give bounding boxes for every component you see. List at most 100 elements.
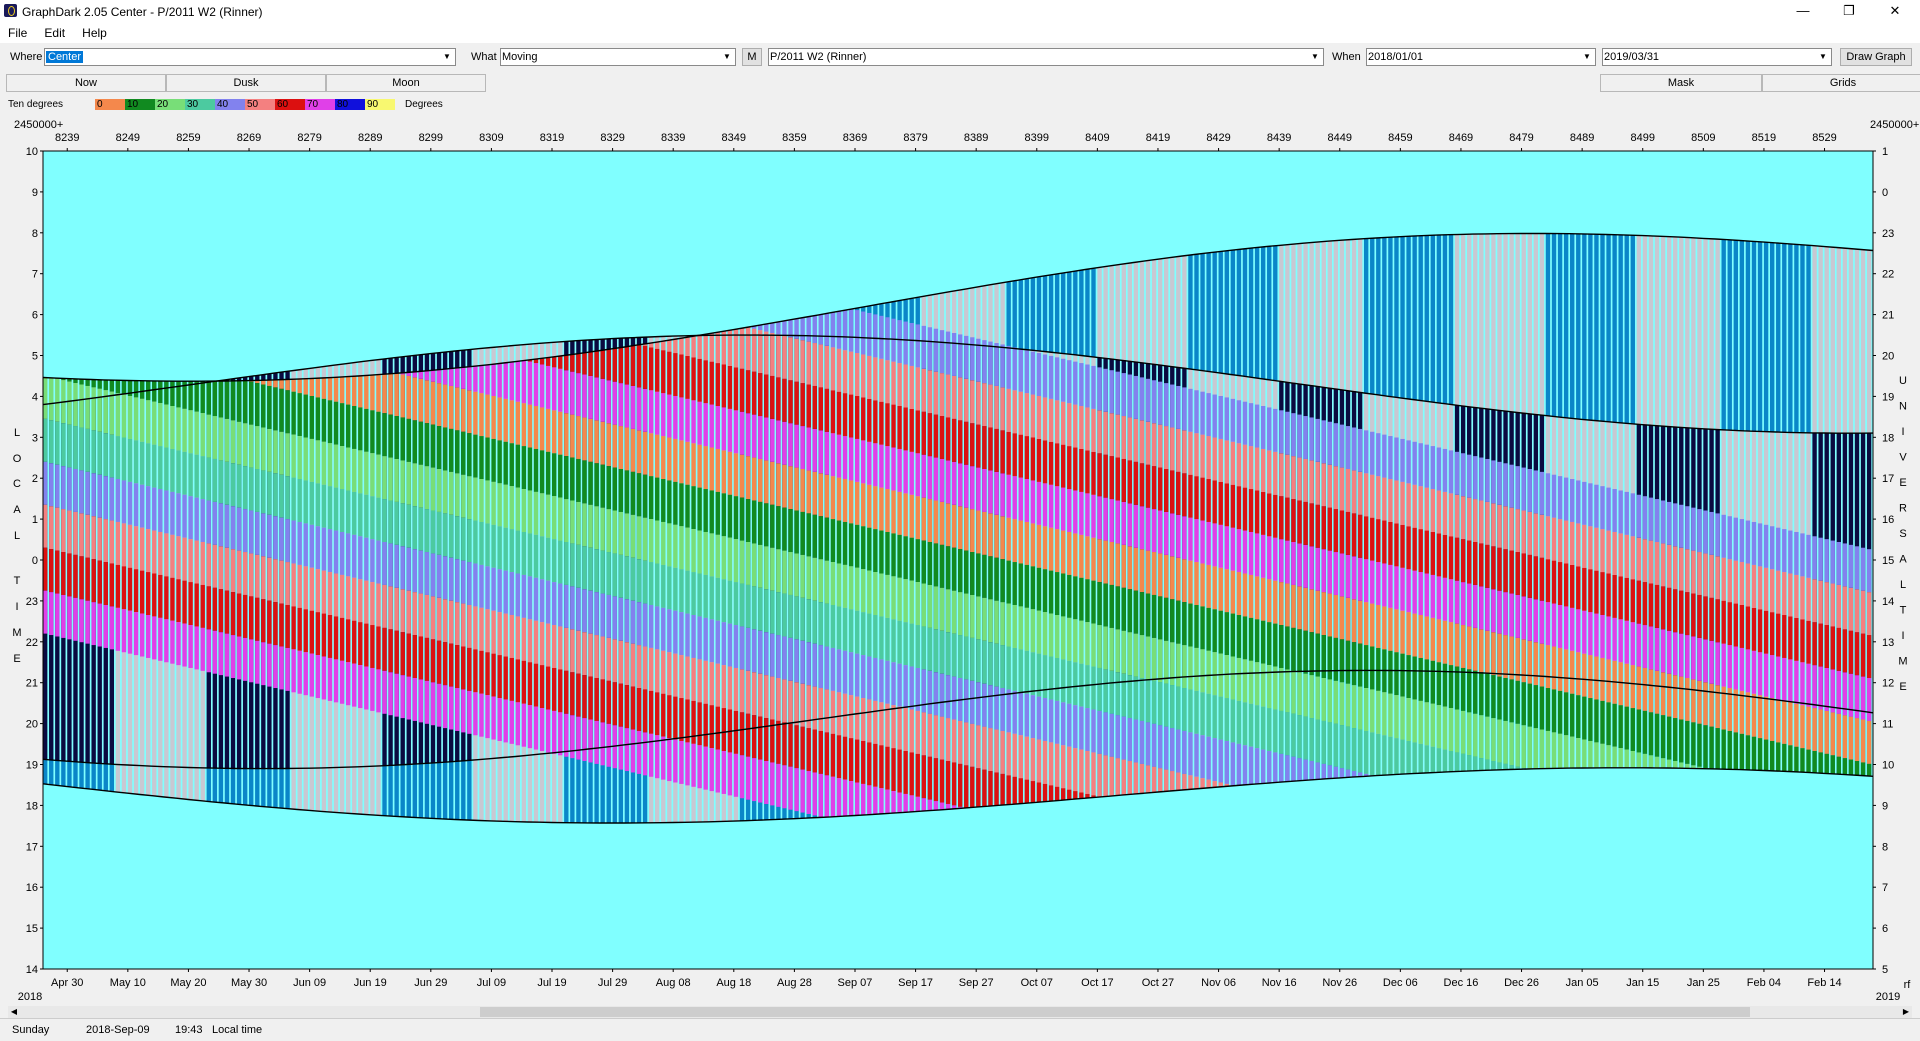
altitude-band — [752, 372, 756, 415]
altitude-band — [619, 426, 623, 469]
altitude-band — [55, 465, 59, 508]
altitude-band — [267, 558, 271, 601]
jd-tick: 8469 — [1449, 132, 1473, 144]
altitude-band — [976, 425, 980, 468]
horizontal-scrollbar[interactable]: ◀ ▶ — [8, 1006, 1912, 1018]
right-hour-tick: 0 — [1882, 187, 1888, 199]
altitude-band — [1231, 742, 1235, 785]
altitude-band — [1606, 702, 1610, 745]
close-icon[interactable]: ✕ — [1872, 0, 1918, 23]
altitude-band — [649, 347, 653, 390]
altitude-band — [1025, 350, 1029, 393]
altitude-band — [1109, 542, 1113, 585]
altitude-band — [722, 622, 726, 665]
tab-now[interactable]: Now — [6, 74, 166, 92]
altitude-band — [1170, 771, 1174, 791]
altitude-band — [316, 483, 320, 526]
day-bar — [1352, 240, 1356, 392]
altitude-band — [91, 516, 95, 559]
chevron-down-icon[interactable]: ▼ — [720, 50, 734, 64]
altitude-band — [1673, 589, 1677, 632]
altitude-band — [722, 579, 726, 622]
altitude-band — [322, 614, 326, 657]
tab-grids[interactable]: Grids — [1762, 74, 1920, 92]
altitude-band — [1340, 553, 1344, 596]
altitude-band — [467, 691, 471, 734]
day-bar — [79, 762, 83, 788]
altitude-band — [1855, 675, 1859, 718]
altitude-band — [407, 462, 411, 505]
altitude-band — [1019, 778, 1023, 804]
left-hour-tick: 16 — [26, 882, 38, 894]
scroll-right-icon[interactable]: ▶ — [1900, 1006, 1912, 1018]
altitude-band — [916, 754, 920, 797]
altitude-band — [522, 575, 526, 618]
altitude-band — [613, 639, 617, 682]
altitude-band — [1691, 551, 1695, 594]
what-select[interactable]: Moving ▼ — [500, 48, 736, 66]
altitude-band — [867, 313, 871, 356]
altitude-band — [170, 578, 174, 621]
tab-dusk[interactable]: Dusk — [166, 74, 326, 92]
altitude-band — [855, 525, 859, 568]
altitude-band — [1412, 742, 1416, 773]
day-bar — [1079, 270, 1083, 355]
scroll-left-icon[interactable]: ◀ — [8, 1006, 20, 1018]
day-bar — [1782, 243, 1786, 432]
altitude-band — [1770, 612, 1774, 655]
date-tick: Dec 06 — [1383, 977, 1418, 989]
minimize-icon[interactable]: — — [1780, 0, 1826, 23]
tab-moon[interactable]: Moon — [326, 74, 486, 92]
altitude-band — [1061, 488, 1065, 531]
altitude-band — [570, 715, 574, 758]
altitude-band — [322, 528, 326, 571]
menu-help[interactable]: Help — [74, 23, 113, 40]
altitude-band — [679, 698, 683, 741]
start-date-select[interactable]: 2018/01/01 ▼ — [1366, 48, 1596, 66]
chevron-down-icon[interactable]: ▼ — [440, 50, 454, 64]
menu-edit[interactable]: Edit — [36, 23, 71, 40]
menu-file[interactable]: File — [0, 23, 33, 40]
altitude-band — [1025, 393, 1029, 436]
altitude-band — [716, 578, 720, 621]
altitude-band — [667, 695, 671, 738]
altitude-band — [1643, 625, 1647, 668]
altitude-band — [1546, 602, 1550, 645]
altitude-band — [1631, 751, 1635, 768]
scroll-thumb[interactable] — [480, 1007, 1750, 1017]
altitude-band — [716, 750, 720, 793]
draw-graph-button[interactable]: Draw Graph — [1840, 48, 1912, 66]
altitude-band — [934, 500, 938, 543]
where-select[interactable]: Center ▼ — [44, 48, 456, 66]
altitude-band — [758, 674, 762, 717]
altitude-band — [1806, 750, 1810, 773]
chevron-down-icon[interactable]: ▼ — [1816, 50, 1830, 64]
chevron-down-icon[interactable]: ▼ — [1580, 50, 1594, 64]
altitude-band — [1303, 760, 1307, 781]
altitude-band — [758, 717, 762, 760]
altitude-band — [928, 327, 932, 370]
jd-tick: 8439 — [1267, 132, 1291, 144]
altitude-band — [619, 641, 623, 684]
altitude-band — [837, 649, 841, 692]
altitude-band — [552, 625, 556, 668]
altitude-band — [358, 450, 362, 493]
altitude-band — [1570, 522, 1574, 565]
altitude-band — [491, 697, 495, 740]
m-button[interactable]: M — [742, 48, 762, 66]
chevron-down-icon[interactable]: ▼ — [1308, 50, 1322, 64]
end-date-select[interactable]: 2019/03/31 ▼ — [1602, 48, 1832, 66]
left-hour-tick: 21 — [26, 678, 38, 690]
day-bar — [1461, 234, 1465, 405]
object-select[interactable]: P/2011 W2 (Rinner) ▼ — [768, 48, 1324, 66]
altitude-band — [1140, 635, 1144, 678]
altitude-band — [849, 652, 853, 695]
altitude-band — [1612, 575, 1616, 618]
left-axis-letter: L — [14, 427, 20, 439]
status-bar: Sunday 2018-Sep-09 19:43 Local time — [0, 1018, 1920, 1041]
altitude-band — [1564, 649, 1568, 692]
tab-mask[interactable]: Mask — [1600, 74, 1762, 92]
restore-icon[interactable]: ❐ — [1826, 0, 1872, 23]
altitude-band — [1122, 502, 1126, 545]
altitude-band — [1152, 681, 1156, 724]
